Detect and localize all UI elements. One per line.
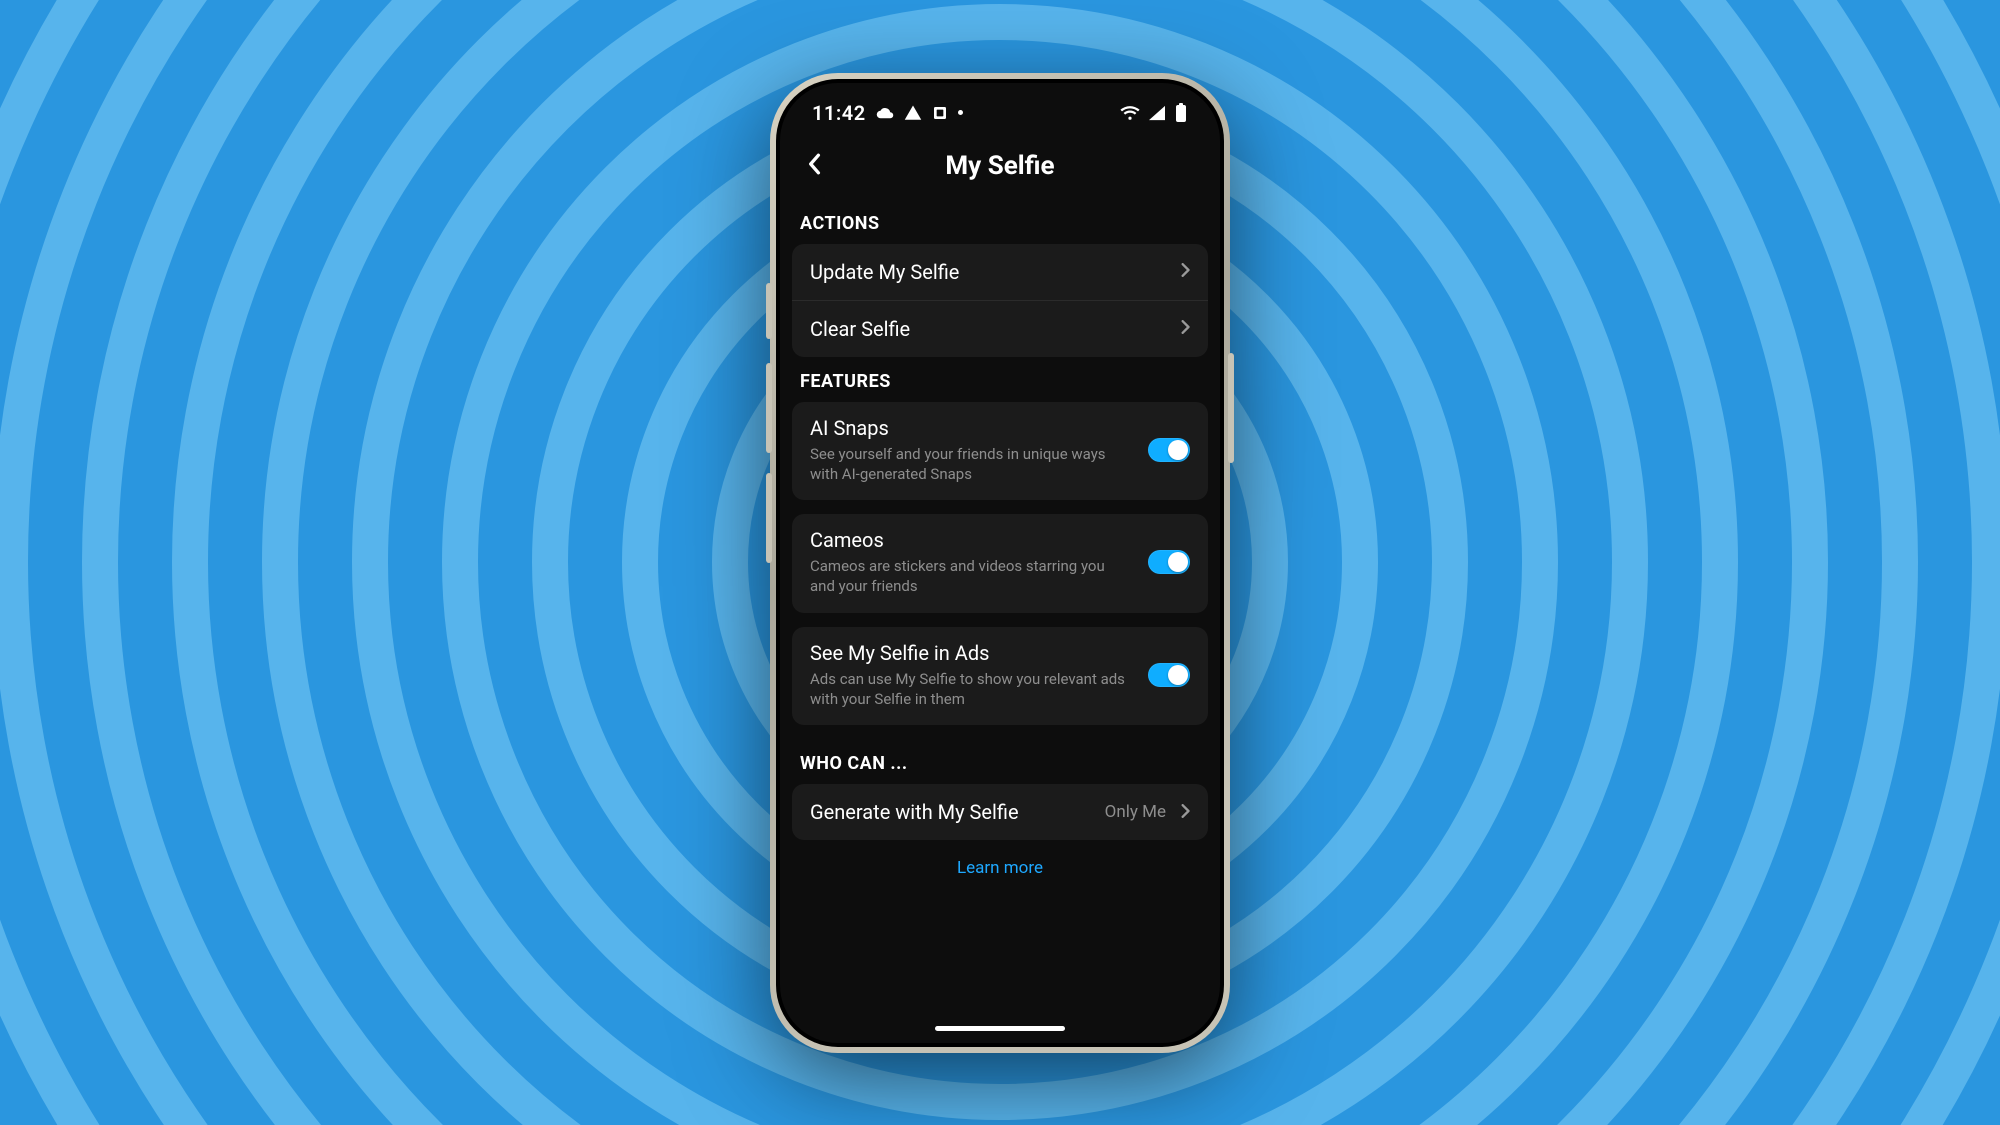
action-update-selfie[interactable]: Update My Selfie [792, 244, 1208, 300]
learn-more-link[interactable]: Learn more [792, 840, 1208, 896]
page-title: My Selfie [796, 151, 1204, 181]
section-label-who-can: WHO CAN ... [792, 739, 1208, 784]
status-dot-icon [958, 110, 963, 115]
home-indicator[interactable] [935, 1026, 1065, 1031]
action-label: Update My Selfie [810, 260, 1166, 284]
wifi-icon [1120, 105, 1140, 121]
cloud-icon [876, 104, 894, 122]
who-can-card: Generate with My Selfie Only Me [792, 784, 1208, 840]
feature-title: Cameos [810, 528, 1132, 552]
section-label-actions: ACTIONS [792, 199, 1208, 244]
toggle-selfie-ads[interactable] [1148, 663, 1190, 687]
phone-screen: 11:42 [780, 83, 1220, 1043]
phone-side-button [1228, 353, 1234, 463]
toggle-ai-snaps[interactable] [1148, 438, 1190, 462]
phone-mockup: 11:42 [770, 73, 1230, 1053]
warning-icon [904, 104, 922, 122]
chevron-right-icon [1180, 262, 1190, 281]
signal-icon [1148, 105, 1166, 121]
back-button[interactable] [800, 150, 828, 178]
phone-side-button [766, 283, 772, 339]
toggle-cameos[interactable] [1148, 550, 1190, 574]
actions-card: Update My Selfie Clear Selfie [792, 244, 1208, 357]
chevron-right-icon [1180, 803, 1190, 822]
section-label-features: FEATURES [792, 357, 1208, 402]
action-label: Clear Selfie [810, 317, 1166, 341]
screen-header: My Selfie [780, 129, 1220, 199]
phone-side-button [766, 363, 772, 453]
feature-title: See My Selfie in Ads [810, 641, 1132, 665]
status-bar: 11:42 [780, 83, 1220, 129]
feature-ai-snaps: AI Snaps See yourself and your friends i… [792, 402, 1208, 501]
feature-cameos: Cameos Cameos are stickers and videos st… [792, 514, 1208, 613]
phone-side-button [766, 473, 772, 563]
chevron-right-icon [1180, 319, 1190, 338]
screenshot-icon [932, 105, 948, 121]
feature-selfie-ads: See My Selfie in Ads Ads can use My Self… [792, 627, 1208, 726]
chevron-left-icon [806, 153, 822, 175]
action-clear-selfie[interactable]: Clear Selfie [792, 300, 1208, 357]
battery-icon [1174, 103, 1188, 123]
feature-title: AI Snaps [810, 416, 1132, 440]
who-can-value: Only Me [1105, 802, 1166, 822]
who-can-label: Generate with My Selfie [810, 800, 1091, 824]
status-time: 11:42 [812, 101, 866, 125]
who-can-generate[interactable]: Generate with My Selfie Only Me [792, 784, 1208, 840]
feature-desc: Ads can use My Selfie to show you releva… [810, 665, 1132, 710]
feature-desc: See yourself and your friends in unique … [810, 440, 1132, 485]
feature-desc: Cameos are stickers and videos starring … [810, 552, 1132, 597]
